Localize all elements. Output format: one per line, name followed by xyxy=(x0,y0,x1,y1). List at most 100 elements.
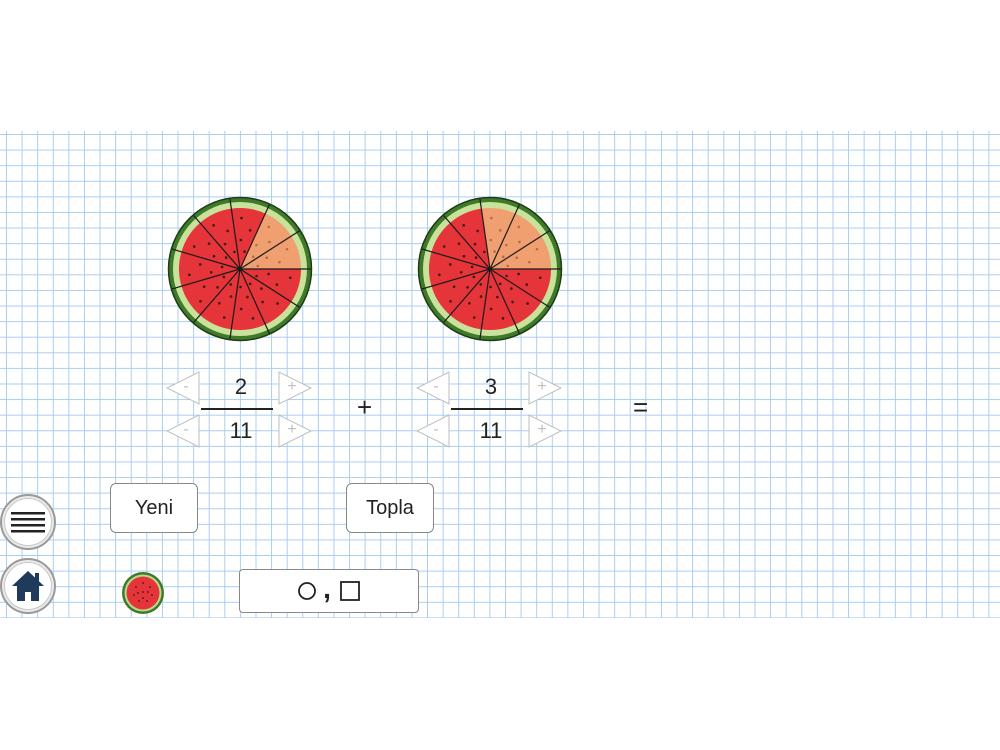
seed xyxy=(526,302,529,305)
seed xyxy=(438,273,441,277)
numerator-2-increase-button[interactable]: + xyxy=(528,371,562,405)
seed xyxy=(498,282,502,286)
seed xyxy=(448,263,452,266)
seed xyxy=(510,287,513,290)
seed xyxy=(226,229,229,233)
seed xyxy=(255,274,258,278)
watermelon-model-button[interactable] xyxy=(121,571,165,615)
seed xyxy=(498,229,502,232)
mode-separator: , xyxy=(323,573,331,604)
seed xyxy=(212,254,216,258)
seed xyxy=(468,301,471,305)
seed xyxy=(474,256,478,259)
home-icon xyxy=(12,571,44,601)
seed xyxy=(267,225,271,229)
seed xyxy=(525,283,529,286)
seed xyxy=(267,272,270,276)
watermelon-icon xyxy=(122,572,164,614)
square-icon xyxy=(339,581,360,601)
seed xyxy=(506,264,510,268)
seed xyxy=(224,256,228,259)
seed xyxy=(489,238,493,242)
seed xyxy=(496,295,499,299)
seed xyxy=(260,287,263,290)
seed xyxy=(476,229,479,233)
seed xyxy=(489,285,492,289)
denominator-2-decrease-button[interactable]: - xyxy=(416,414,450,448)
seed xyxy=(278,260,281,264)
seed xyxy=(229,295,233,298)
seed xyxy=(239,238,243,242)
seed xyxy=(501,255,505,259)
seed xyxy=(466,286,469,289)
seed xyxy=(442,245,446,248)
seed xyxy=(449,299,452,303)
seed xyxy=(511,300,514,304)
seed xyxy=(501,317,505,320)
seed xyxy=(515,256,519,260)
seed xyxy=(538,276,542,279)
seed xyxy=(207,242,211,245)
home-button[interactable] xyxy=(0,558,56,614)
seed xyxy=(490,216,493,220)
seed xyxy=(222,275,226,279)
seed xyxy=(188,273,191,277)
seed xyxy=(459,271,463,274)
seed xyxy=(265,256,269,260)
seed xyxy=(288,276,292,279)
seed xyxy=(223,242,227,246)
seed xyxy=(256,264,260,268)
denominator-1-decrease-button[interactable]: - xyxy=(166,414,200,448)
seed xyxy=(248,229,252,232)
denominator-1-increase-button[interactable]: + xyxy=(278,414,312,448)
denominator-1: 11 xyxy=(229,418,253,443)
fraction-bar-2 xyxy=(451,408,523,410)
fraction-bar-1 xyxy=(201,408,273,410)
seed xyxy=(248,282,252,286)
seed xyxy=(457,242,461,245)
seed xyxy=(239,307,243,311)
add-button[interactable]: Topla xyxy=(346,483,434,533)
numerator-2-decrease-button[interactable]: - xyxy=(416,371,450,405)
numerator-1: 2 xyxy=(234,374,248,399)
seed xyxy=(246,295,249,299)
seed xyxy=(518,240,521,244)
seed xyxy=(251,255,255,259)
seed xyxy=(528,260,531,264)
seed xyxy=(505,274,508,278)
seed xyxy=(517,272,520,276)
fraction-1: - 2 + - 11 + xyxy=(166,368,316,448)
seed xyxy=(493,250,496,253)
seed xyxy=(239,285,242,289)
watermelon-fraction-2-icon xyxy=(417,196,563,342)
seed xyxy=(240,216,243,220)
numerator-1-decrease-button[interactable]: - xyxy=(166,371,200,405)
seed xyxy=(473,242,477,246)
numerator-1-increase-button[interactable]: + xyxy=(278,371,312,405)
seed xyxy=(268,240,271,244)
hamburger-menu-icon xyxy=(11,512,45,533)
seed xyxy=(489,307,493,311)
seed xyxy=(470,265,474,269)
denominator-2: 11 xyxy=(479,418,503,443)
new-button[interactable]: Yeni xyxy=(110,483,198,533)
seed xyxy=(229,283,233,286)
seed xyxy=(209,271,213,274)
seed xyxy=(535,247,539,251)
seed xyxy=(218,301,221,305)
seed xyxy=(483,250,486,254)
menu-button[interactable] xyxy=(0,494,56,550)
plus-operator: + xyxy=(357,392,373,422)
seed xyxy=(479,283,483,286)
seed xyxy=(452,285,456,288)
circle-icon xyxy=(298,582,317,600)
seed xyxy=(233,250,236,254)
seed xyxy=(222,316,226,319)
seed xyxy=(212,224,215,227)
seed xyxy=(517,225,521,229)
denominator-2-increase-button[interactable]: + xyxy=(528,414,562,448)
seed xyxy=(255,243,258,247)
seed xyxy=(192,245,196,248)
shape-mode-toggle[interactable]: , xyxy=(239,569,419,613)
seed xyxy=(243,250,246,253)
